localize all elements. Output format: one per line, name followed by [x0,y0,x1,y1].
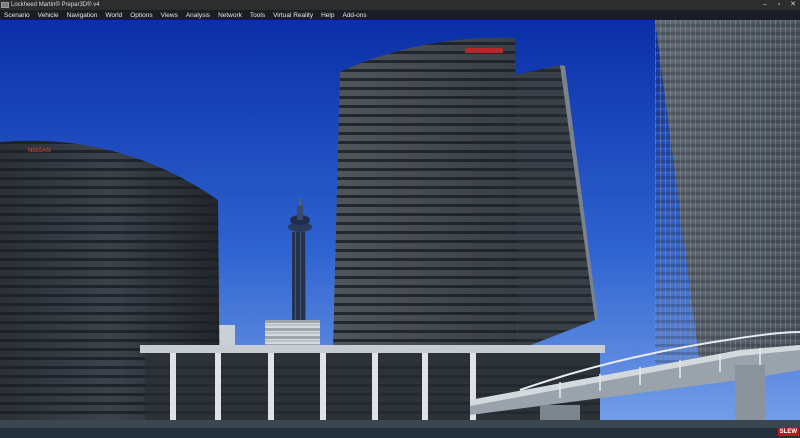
app-icon [1,2,9,8]
menu-bar: Scenario Vehicle Navigation World Option… [0,10,800,20]
slew-mode-badge: SLEW [777,428,799,436]
menu-navigation[interactable]: Navigation [63,12,102,19]
right-highrise [655,20,800,365]
menu-virtual-reality[interactable]: Virtual Reality [269,12,317,19]
menu-tools[interactable]: Tools [246,12,269,19]
minimize-button[interactable]: – [758,0,772,10]
window-controls: – ▫ ✕ [758,0,800,10]
menu-scenario[interactable]: Scenario [0,12,34,19]
simulator-viewport[interactable]: NISSAN SLEW [0,20,800,438]
menu-analysis[interactable]: Analysis [182,12,214,19]
menu-views[interactable]: Views [157,12,182,19]
menu-add-ons[interactable]: Add-ons [338,12,370,19]
close-button[interactable]: ✕ [786,0,800,10]
maximize-button[interactable]: ▫ [772,0,786,10]
menu-network[interactable]: Network [214,12,246,19]
menu-help[interactable]: Help [317,12,338,19]
window-title: Lockheed Martin® Prepar3D® v4 [11,2,100,8]
simulator-window: Lockheed Martin® Prepar3D® v4 – ▫ ✕ Scen… [0,0,800,438]
title-bar[interactable]: Lockheed Martin® Prepar3D® v4 – ▫ ✕ [0,0,800,10]
left-building-sign: NISSAN [28,148,51,154]
office-highrise [333,37,598,351]
menu-options[interactable]: Options [126,12,156,19]
menu-vehicle[interactable]: Vehicle [34,12,63,19]
menu-world[interactable]: World [101,12,126,19]
